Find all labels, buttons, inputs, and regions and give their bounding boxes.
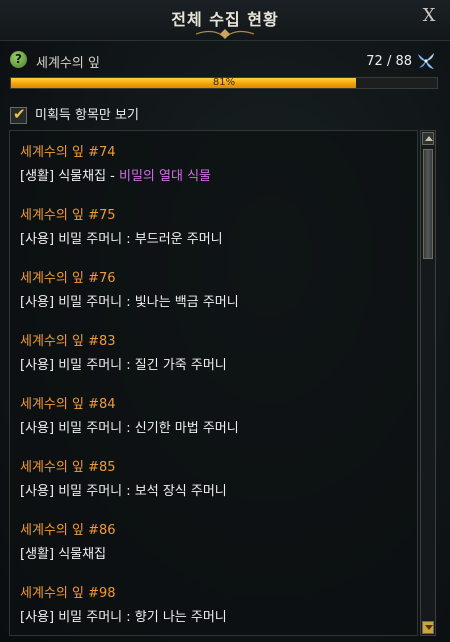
- item-description: [사용] 비밀 주머니 : 신기한 마법 주머니: [20, 417, 239, 436]
- item-description-text: [사용] 비밀 주머니 : 향기 나는 주머니: [20, 610, 227, 625]
- list-item[interactable]: 세계수의 잎 #74 [생활] 식물채집 - 비밀의 열대 식물: [20, 141, 410, 203]
- scroll-thumb[interactable]: [423, 149, 433, 259]
- item-description: [생활] 식물채집 - 비밀의 열대 식물: [20, 165, 211, 184]
- item-description-text: [사용] 비밀 주머니 : 부드러운 주머니: [20, 232, 223, 247]
- item-title: 세계수의 잎 #98: [20, 586, 116, 601]
- list-item[interactable]: 세계수의 잎 #76 [사용] 비밀 주머니 : 빛나는 백금 주머니: [20, 267, 410, 329]
- item-title: 세계수의 잎 #76: [20, 271, 116, 286]
- unobtained-only-label: 미획득 항목만 보기: [35, 108, 139, 123]
- title-bar[interactable]: 전체 수집 현황 X: [0, 0, 450, 41]
- item-description: [사용] 비밀 주머니 : 부드러운 주머니: [20, 228, 223, 247]
- item-description-text: [사용] 비밀 주머니 : 보석 장식 주머니: [20, 484, 227, 499]
- list-item[interactable]: 세계수의 잎 #85 [사용] 비밀 주머니 : 보석 장식 주머니: [20, 456, 410, 518]
- item-description: [사용] 비밀 주머니 : 질긴 가죽 주머니: [20, 354, 227, 373]
- item-description: [생활] 식물채집: [20, 543, 106, 562]
- leaf-icon: [418, 53, 434, 69]
- list-item[interactable]: 세계수의 잎 #84 [사용] 비밀 주머니 : 신기한 마법 주머니: [20, 393, 410, 455]
- checkmark-icon: ✔: [13, 105, 26, 123]
- list-item[interactable]: 세계수의 잎 #83 [사용] 비밀 주머니 : 질긴 가죽 주머니: [20, 330, 410, 392]
- list-item[interactable]: 세계수의 잎 #98 [사용] 비밀 주머니 : 향기 나는 주머니: [20, 582, 410, 635]
- progress-percent: 81%: [212, 77, 236, 88]
- arrow-down-icon: [425, 625, 433, 630]
- item-description-text: [사용] 비밀 주머니 : 신기한 마법 주머니: [20, 421, 239, 436]
- list-scrollbar[interactable]: [420, 130, 436, 636]
- item-title: 세계수의 잎 #85: [20, 460, 116, 475]
- title-ornament-icon: [196, 29, 254, 39]
- item-title: 세계수의 잎 #74: [20, 145, 116, 160]
- unobtained-only-checkbox[interactable]: ✔: [10, 105, 27, 124]
- scroll-up-button[interactable]: [422, 132, 434, 145]
- scroll-down-button[interactable]: [422, 621, 434, 634]
- collection-progress-bar: 81%: [10, 77, 438, 89]
- item-description: [사용] 비밀 주머니 : 빛나는 백금 주머니: [20, 291, 239, 310]
- help-icon[interactable]: ?: [10, 51, 27, 68]
- item-highlight: 비밀의 열대 식물: [119, 169, 211, 184]
- list-item[interactable]: 세계수의 잎 #75 [사용] 비밀 주머니 : 부드러운 주머니: [20, 204, 410, 266]
- item-description: [사용] 비밀 주머니 : 보석 장식 주머니: [20, 480, 227, 499]
- item-title: 세계수의 잎 #86: [20, 523, 116, 538]
- collection-status-window: 전체 수집 현황 X ? 세계수의 잎 72 / 88 81% ✔ 미획득 항목…: [0, 0, 450, 642]
- collection-count: 72 / 88: [366, 54, 412, 69]
- arrow-up-icon: [425, 136, 433, 141]
- item-description-text: [사용] 비밀 주머니 : 빛나는 백금 주머니: [20, 295, 239, 310]
- collection-list[interactable]: 세계수의 잎 #74 [생활] 식물채집 - 비밀의 열대 식물 세계수의 잎 #7…: [9, 130, 418, 636]
- item-description-text: [생활] 식물채집 -: [20, 169, 119, 184]
- item-title: 세계수의 잎 #84: [20, 397, 116, 412]
- list-item[interactable]: 세계수의 잎 #86 [생활] 식물채집: [20, 519, 410, 581]
- item-description: [사용] 비밀 주머니 : 향기 나는 주머니: [20, 606, 227, 625]
- item-title: 세계수의 잎 #75: [20, 208, 116, 223]
- category-label: 세계수의 잎: [36, 56, 100, 71]
- item-title: 세계수의 잎 #83: [20, 334, 116, 349]
- item-description-text: [사용] 비밀 주머니 : 질긴 가죽 주머니: [20, 358, 227, 373]
- item-description-text: [생활] 식물채집: [20, 547, 107, 562]
- close-button[interactable]: X: [420, 7, 438, 25]
